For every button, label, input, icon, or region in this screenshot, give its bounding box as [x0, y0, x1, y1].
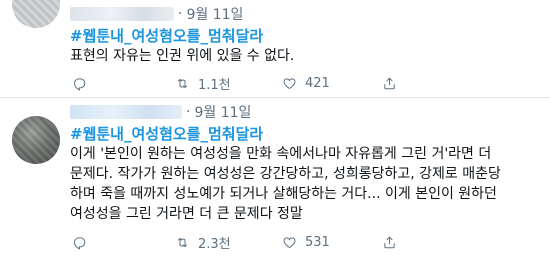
hashtag-link[interactable]: #웹툰내_여성혐오를_멈춰달라 — [70, 26, 538, 46]
heart-icon — [283, 77, 296, 89]
like-count: 421 — [305, 75, 330, 91]
retweet-button[interactable]: 1.1천 — [175, 74, 231, 93]
reply-button[interactable] — [72, 235, 95, 250]
retweet-button[interactable]: 2.3천 — [175, 233, 231, 252]
retweet-icon — [177, 78, 188, 88]
like-count: 531 — [305, 234, 330, 250]
share-icon — [384, 235, 395, 248]
separator-dot: · — [178, 6, 183, 22]
tweet-content: · 9월 11일 #웹툰내_여성혐오를_멈춰달라 이게 '본인이 원하는 여성성… — [70, 102, 538, 224]
reply-icon — [73, 236, 86, 250]
retweet-icon — [177, 237, 188, 247]
tweet-actions: 1.1천 421 — [72, 73, 502, 93]
tweet-header: · 9월 11일 — [70, 4, 538, 24]
tweet-actions: 2.3천 531 — [72, 232, 502, 252]
tweet-date[interactable]: 9월 11일 — [186, 4, 243, 24]
hashtag-link[interactable]: #웹툰내_여성혐오를_멈춰달라 — [70, 124, 538, 144]
tweet-text: 이게 '본인이 원하는 여성성을 만화 속에서나마 자유롭게 그린 거'라면 더… — [70, 146, 501, 222]
avatar-blur — [12, 116, 60, 164]
tweet-header: · 9월 11일 — [70, 102, 538, 122]
blurred-username[interactable] — [70, 7, 174, 21]
share-icon — [384, 76, 395, 89]
avatar[interactable] — [12, 116, 60, 164]
share-button[interactable] — [382, 76, 397, 91]
like-button[interactable]: 531 — [282, 235, 330, 250]
share-button[interactable] — [382, 235, 397, 250]
avatar[interactable] — [12, 0, 60, 28]
tweet-date[interactable]: 9월 11일 — [194, 102, 251, 122]
tweet-content: · 9월 11일 #웹툰내_여성혐오를_멈춰달라 표현의 자유는 인권 위에 있… — [70, 4, 538, 66]
tweet-text: 표현의 자유는 인권 위에 있을 수 없다. — [70, 48, 295, 64]
heart-icon — [283, 236, 296, 248]
like-button[interactable]: 421 — [282, 76, 330, 91]
reply-icon — [73, 77, 86, 91]
tweet-2[interactable]: · 9월 11일 #웹툰내_여성혐오를_멈춰달라 이게 '본인이 원하는 여성성… — [0, 98, 550, 262]
retweet-count: 1.1천 — [198, 77, 231, 93]
reply-button[interactable] — [72, 76, 95, 91]
blurred-username[interactable] — [70, 105, 182, 119]
avatar-blur — [12, 0, 60, 28]
tweet-1[interactable]: · 9월 11일 #웹툰내_여성혐오를_멈춰달라 표현의 자유는 인권 위에 있… — [0, 0, 550, 98]
retweet-count: 2.3천 — [198, 236, 231, 252]
separator-dot: · — [186, 104, 191, 120]
